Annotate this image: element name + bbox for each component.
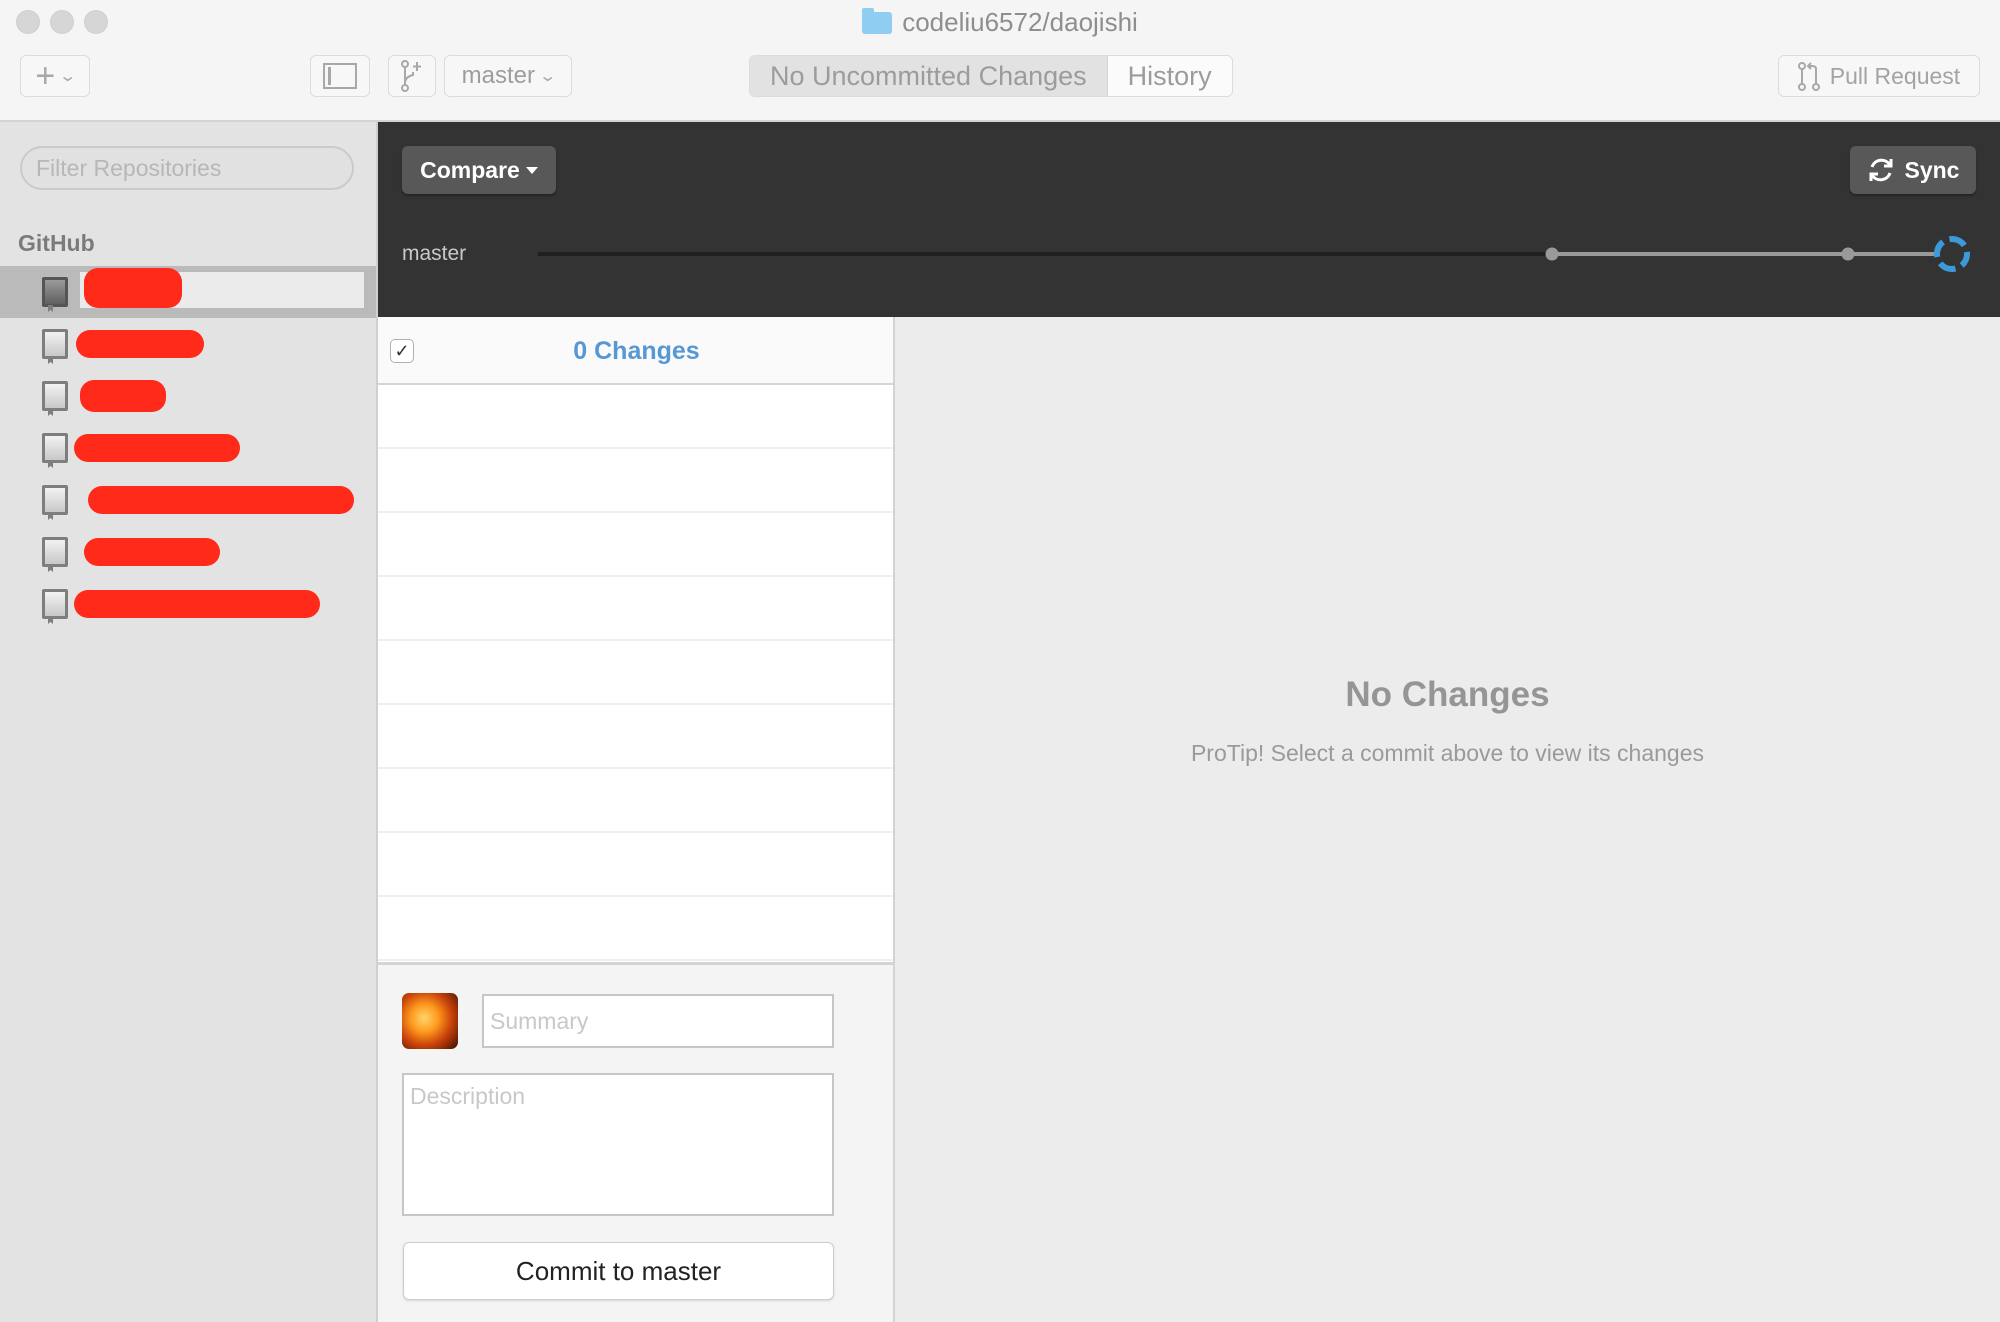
title-bar: codeliu6572/daojishi + ⌄ master ⌄ No Uncom… bbox=[0, 0, 2000, 122]
pull-request-button[interactable]: Pull Request bbox=[1778, 55, 1980, 97]
toggle-sidebar-button[interactable] bbox=[310, 55, 370, 97]
timeline-branch-label: master bbox=[402, 242, 467, 265]
tab-history[interactable]: History bbox=[1107, 56, 1232, 96]
branch-plus-icon bbox=[401, 60, 421, 92]
empty-state-title: No Changes bbox=[1345, 675, 1550, 714]
file-row-empty bbox=[378, 769, 893, 833]
redacted-repository-name bbox=[84, 538, 220, 566]
repository-item[interactable] bbox=[0, 474, 376, 526]
sync-label: Sync bbox=[1904, 156, 1960, 183]
redacted-repository-name bbox=[74, 590, 320, 618]
repository-item[interactable] bbox=[0, 370, 376, 422]
commit-timeline bbox=[538, 236, 1970, 272]
branch-header: Compare Sync master bbox=[378, 122, 2000, 317]
redacted-repository-name bbox=[84, 268, 182, 308]
file-row-empty bbox=[378, 513, 893, 577]
pull-request-icon bbox=[1797, 62, 1820, 91]
file-row-empty bbox=[378, 705, 893, 769]
view-mode-segmented-control: No Uncommitted Changes History bbox=[749, 55, 1233, 97]
window-title-text: codeliu6572/daojishi bbox=[902, 7, 1138, 37]
redacted-repository-name bbox=[76, 330, 204, 358]
repository-icon bbox=[42, 381, 68, 411]
commit-node bbox=[1545, 247, 1559, 261]
chevron-down-icon: ⌄ bbox=[538, 68, 558, 85]
repository-icon bbox=[42, 589, 68, 619]
chevron-down-icon: ⌄ bbox=[58, 68, 78, 85]
redacted-repository-name bbox=[74, 434, 240, 462]
file-row-empty bbox=[378, 577, 893, 641]
commit-node bbox=[1841, 247, 1855, 261]
empty-state-tip: ProTip! Select a commit above to view it… bbox=[1190, 740, 1705, 766]
repository-icon bbox=[42, 277, 68, 307]
compare-label: Compare bbox=[420, 156, 520, 183]
file-row-empty bbox=[378, 449, 893, 513]
current-commit-node bbox=[1934, 236, 1970, 272]
sync-icon bbox=[1869, 158, 1892, 182]
redacted-repository-name bbox=[80, 380, 166, 412]
commit-form: Commit to master bbox=[378, 962, 893, 1322]
sync-button[interactable]: Sync bbox=[1850, 146, 1976, 194]
caret-down-icon bbox=[525, 166, 538, 174]
repository-icon bbox=[42, 537, 68, 567]
repository-item[interactable] bbox=[0, 422, 376, 474]
file-row-empty bbox=[378, 641, 893, 705]
folder-icon bbox=[862, 8, 893, 34]
commit-summary-input[interactable] bbox=[482, 994, 834, 1048]
repository-list bbox=[0, 266, 376, 630]
changes-count: 0 Changes bbox=[573, 337, 700, 365]
repository-icon bbox=[42, 433, 68, 463]
repository-sidebar: GitHub bbox=[0, 122, 378, 1322]
file-row-empty bbox=[378, 385, 893, 449]
changed-files-list bbox=[378, 385, 893, 961]
compare-button[interactable]: Compare bbox=[402, 146, 556, 194]
file-row-empty bbox=[378, 833, 893, 897]
branch-selector-label: master bbox=[461, 62, 535, 89]
user-avatar bbox=[402, 993, 458, 1049]
sidebar-icon bbox=[323, 63, 357, 89]
create-branch-button[interactable] bbox=[388, 55, 436, 97]
branch-selector[interactable]: master ⌄ bbox=[444, 55, 572, 97]
repository-icon bbox=[42, 485, 68, 515]
repository-icon bbox=[42, 329, 68, 359]
tab-uncommitted-changes[interactable]: No Uncommitted Changes bbox=[750, 56, 1108, 96]
pull-request-label: Pull Request bbox=[1829, 62, 1961, 89]
file-row-empty bbox=[378, 897, 893, 961]
repository-item[interactable] bbox=[0, 526, 376, 578]
repository-item[interactable] bbox=[0, 318, 376, 370]
diff-detail-panel: No Changes ProTip! Select a commit above… bbox=[895, 317, 2000, 1322]
sidebar-section-github: GitHub bbox=[18, 230, 95, 256]
repository-item[interactable] bbox=[0, 266, 376, 318]
changes-panel: ✓ 0 Changes Commit to master bbox=[378, 317, 895, 1322]
plus-icon: + bbox=[35, 57, 56, 95]
changes-header: ✓ 0 Changes bbox=[378, 317, 893, 385]
commit-button[interactable]: Commit to master bbox=[403, 1242, 834, 1300]
commit-description-input[interactable] bbox=[402, 1073, 834, 1216]
add-repository-button[interactable]: + ⌄ bbox=[20, 55, 90, 97]
filter-repositories-input[interactable] bbox=[20, 146, 354, 190]
redacted-repository-name bbox=[88, 486, 354, 514]
repository-item[interactable] bbox=[0, 578, 376, 630]
window-title: codeliu6572/daojishi bbox=[0, 6, 2000, 38]
